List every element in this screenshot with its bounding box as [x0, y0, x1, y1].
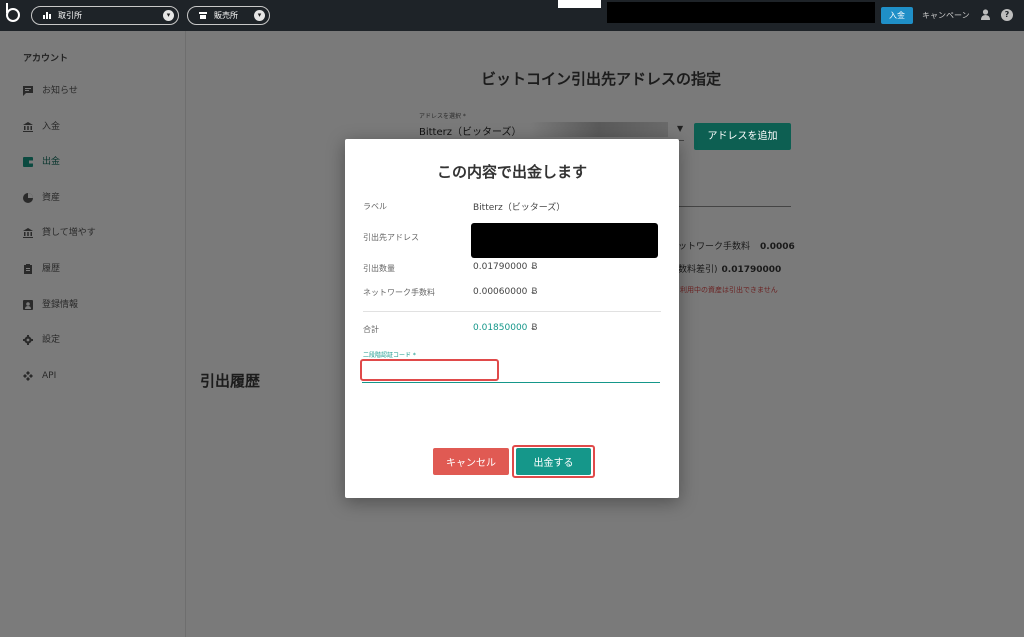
address-field-label: 引出先アドレス — [363, 233, 419, 242]
store-icon — [199, 12, 207, 19]
bar-chart-icon — [43, 12, 51, 19]
fee-value: 0.00060000 — [473, 287, 528, 297]
network-fee-value: 0.0006 — [760, 242, 795, 252]
withdraw-button[interactable]: 出金する — [516, 448, 591, 475]
clipboard-icon — [24, 264, 32, 274]
twofa-label: 二段階認証コード * — [363, 352, 416, 359]
fee-label: ネットワーク手数料 — [363, 288, 435, 297]
twofa-code-input[interactable] — [362, 361, 660, 383]
address-select[interactable]: Bitterz（ビッターズ） — [419, 123, 522, 138]
message-icon — [23, 86, 33, 96]
sidebar-item-label: お知らせ — [42, 86, 78, 96]
help-icon[interactable]: ? — [1001, 9, 1013, 21]
label-field-value: Bitterz（ビッターズ） — [473, 203, 566, 213]
deposit-button[interactable]: 入金 — [881, 7, 913, 24]
label-field-label: ラベル — [363, 202, 387, 211]
sidebar-item-api[interactable]: API — [23, 367, 56, 385]
add-address-button[interactable]: アドレスを追加 — [694, 123, 791, 150]
redaction-box — [607, 2, 875, 23]
bitcoin-icon: Ƀ — [531, 262, 538, 272]
divider — [363, 311, 661, 312]
network-fee-label: ットワーク手数料 — [678, 242, 751, 252]
sidebar-item-profile[interactable]: 登録情報 — [23, 296, 78, 314]
net-amount-row: 数料差引) 0.01790000 — [678, 262, 781, 275]
history-title: 引出履歴 — [200, 372, 261, 390]
cancel-button[interactable]: キャンセル — [433, 448, 509, 475]
total-label: 合計 — [363, 325, 379, 334]
sidebar-item-label: 入金 — [42, 122, 61, 132]
sidebar-item-settings[interactable]: 設定 — [23, 331, 60, 349]
wallet-icon — [23, 157, 33, 167]
network-fee-row: ットワーク手数料 0.0006 — [678, 239, 795, 252]
contact-card-icon — [23, 300, 33, 310]
gear-icon — [23, 335, 33, 345]
blurred-address — [530, 122, 668, 137]
bank-icon — [23, 228, 33, 238]
sidebar: アカウント お知らせ 入金 出金 資産 貸して増やす 履歴 登録情報 設定 AP… — [0, 31, 186, 637]
total-row: 0.01850000 Ƀ — [473, 323, 538, 333]
sidebar-item-label: 登録情報 — [42, 300, 79, 310]
bitcoin-icon: Ƀ — [531, 287, 538, 297]
campaign-link[interactable]: キャンペーン — [922, 10, 970, 21]
dialog-title: この内容で出金します — [436, 163, 587, 181]
store-selector[interactable]: 販売所 ▾ — [187, 6, 270, 25]
sidebar-item-label: 設定 — [42, 335, 61, 345]
fee-row: 0.00060000 Ƀ — [473, 287, 538, 297]
sidebar-item-label: 貸して増やす — [42, 228, 96, 238]
amount-value: 0.01790000 — [473, 262, 528, 272]
page-title: ビットコイン引出先アドレスの指定 — [481, 70, 722, 88]
sidebar-title: アカウント — [23, 54, 69, 64]
warning-text: 利用中の資産は引出できません — [680, 286, 778, 294]
store-label: 販売所 — [214, 11, 238, 20]
divider — [678, 206, 791, 207]
redaction-box — [558, 0, 601, 8]
sidebar-item-label: 履歴 — [42, 264, 61, 274]
sidebar-item-history[interactable]: 履歴 — [23, 260, 60, 278]
chevron-down-icon: ▾ — [163, 10, 174, 21]
user-icon[interactable] — [981, 9, 990, 21]
amount-row: 0.01790000 Ƀ — [473, 262, 538, 272]
sidebar-item-assets[interactable]: 資産 — [23, 189, 60, 207]
bank-icon — [23, 122, 33, 132]
exchange-selector[interactable]: 取引所 ▾ — [31, 6, 179, 25]
sidebar-item-withdraw[interactable]: 出金 — [23, 153, 60, 171]
net-amount-label: 数料差引) — [678, 265, 718, 275]
api-icon — [23, 371, 33, 381]
chevron-down-icon[interactable]: ▼ — [677, 124, 683, 133]
address-select-label: アドレスを選択 * — [419, 113, 466, 120]
sidebar-item-lending[interactable]: 貸して増やす — [23, 224, 96, 242]
total-value: 0.01850000 — [473, 323, 528, 333]
bitcoin-icon: Ƀ — [531, 323, 538, 333]
pie-chart-icon — [23, 193, 33, 203]
logo-icon[interactable] — [6, 3, 20, 22]
top-bar: 取引所 ▾ 販売所 ▾ 入金 キャンペーン ? — [0, 0, 1024, 31]
sidebar-item-label: 出金 — [42, 157, 61, 167]
net-amount-value: 0.01790000 — [721, 265, 782, 275]
redacted-address — [471, 223, 658, 258]
exchange-label: 取引所 — [58, 11, 82, 20]
amount-label: 引出数量 — [363, 264, 395, 273]
sidebar-item-label: 資産 — [42, 193, 61, 203]
chevron-down-icon: ▾ — [254, 10, 265, 21]
sidebar-item-label: API — [42, 371, 57, 381]
sidebar-item-news[interactable]: お知らせ — [23, 82, 78, 100]
confirm-withdrawal-dialog: この内容で出金します ラベル Bitterz（ビッターズ） 引出先アドレス 引出… — [345, 139, 679, 498]
sidebar-item-deposit[interactable]: 入金 — [23, 118, 60, 136]
